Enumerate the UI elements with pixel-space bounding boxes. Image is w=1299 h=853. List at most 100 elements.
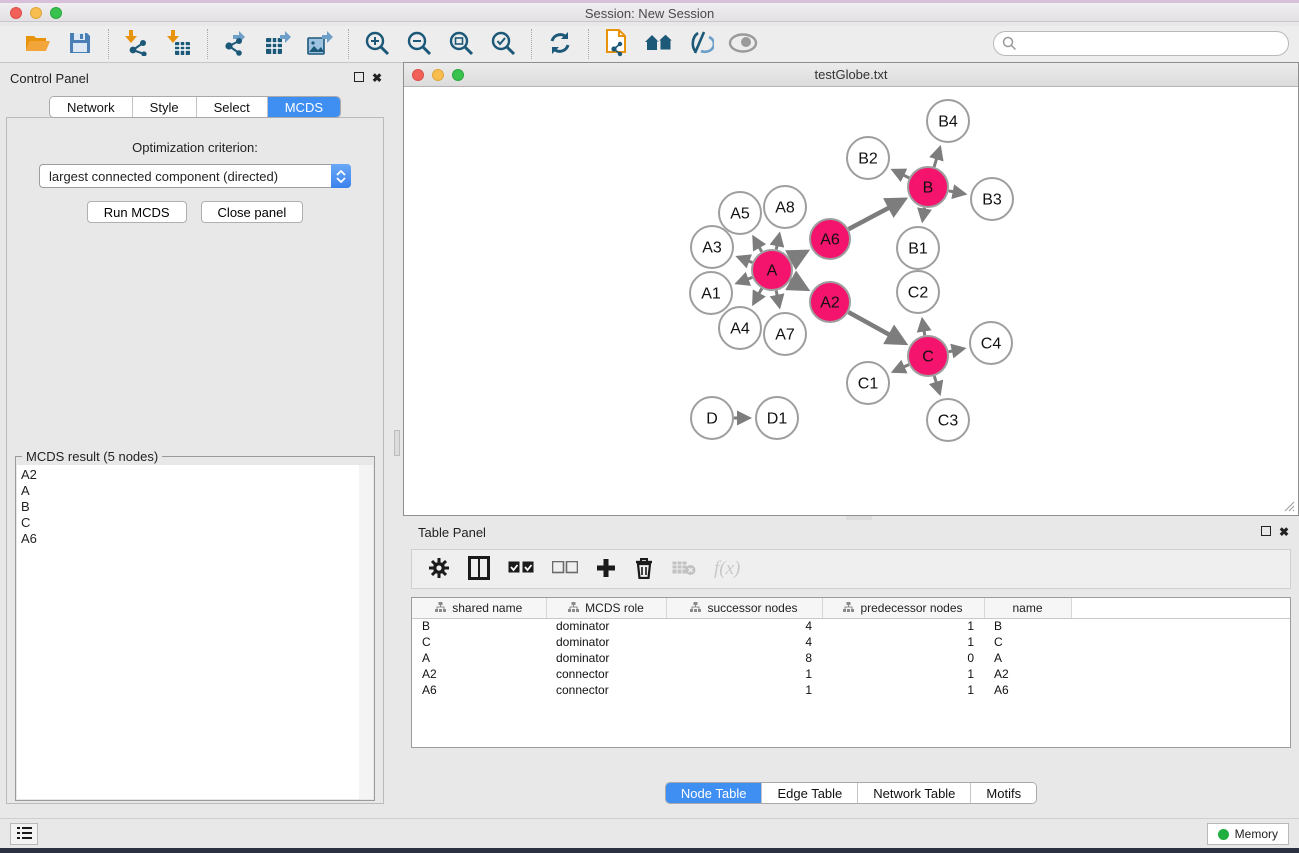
table-cell[interactable]: A xyxy=(412,650,546,666)
network-canvas[interactable]: B4B2BB3A5A8A6A3B1AC2A1A2A4A7C4CC1DD1C3 xyxy=(405,88,1297,514)
tab-node-table[interactable]: Node Table xyxy=(666,783,763,803)
mcds-result-item[interactable]: B xyxy=(21,499,359,515)
table-cell[interactable]: B xyxy=(984,618,1071,634)
table-cell[interactable]: 8 xyxy=(666,650,822,666)
table-settings-button[interactable] xyxy=(428,557,450,582)
table-cell[interactable]: A6 xyxy=(984,682,1071,698)
import-network-button[interactable] xyxy=(123,30,151,58)
node-table[interactable]: shared nameMCDS rolesuccessor nodesprede… xyxy=(411,597,1291,748)
table-row[interactable]: Cdominator41C xyxy=(412,634,1290,650)
edge-A-A8[interactable] xyxy=(776,234,779,249)
edge-B-B2[interactable] xyxy=(893,170,909,178)
edge-C-C1[interactable] xyxy=(894,365,909,372)
zoom-fit-button[interactable] xyxy=(447,30,475,58)
table-cell[interactable]: 1 xyxy=(666,682,822,698)
delete-column-button[interactable] xyxy=(634,557,654,582)
table-cell[interactable]: dominator xyxy=(546,634,666,650)
resize-grip-icon[interactable] xyxy=(1283,500,1295,512)
network-window-titlebar[interactable]: testGlobe.txt xyxy=(404,63,1298,87)
table-cell[interactable]: 1 xyxy=(822,666,984,682)
edge-C-C4[interactable] xyxy=(949,349,964,352)
table-row[interactable]: Bdominator41B xyxy=(412,618,1290,634)
function-builder-button[interactable]: f(x) xyxy=(714,558,740,580)
open-recent-session-button[interactable] xyxy=(603,30,631,58)
edge-B-B4[interactable] xyxy=(934,148,940,167)
float-table-panel-icon[interactable] xyxy=(1261,526,1271,536)
save-session-button[interactable] xyxy=(66,30,94,58)
edge-A-A7[interactable] xyxy=(776,291,779,307)
column-header-name[interactable]: name xyxy=(984,598,1071,618)
refresh-button[interactable] xyxy=(546,30,574,58)
edge-A-A6[interactable] xyxy=(791,252,807,260)
edge-A-A2[interactable] xyxy=(790,280,806,289)
table-cell[interactable]: 1 xyxy=(822,634,984,650)
close-table-panel-icon[interactable]: ✖ xyxy=(1279,526,1289,538)
delete-table-button[interactable] xyxy=(672,560,696,579)
zoom-out-button[interactable] xyxy=(405,30,433,58)
edge-A6-B[interactable] xyxy=(849,200,905,230)
table-cell[interactable]: 1 xyxy=(666,666,822,682)
tab-network-table[interactable]: Network Table xyxy=(858,783,971,803)
mcds-result-item[interactable]: A2 xyxy=(21,467,359,483)
mcds-result-item[interactable]: A xyxy=(21,483,359,499)
column-header-shared-name[interactable]: shared name xyxy=(412,598,546,618)
table-cell[interactable]: C xyxy=(412,634,546,650)
show-column-button[interactable] xyxy=(468,556,490,583)
hide-annotations-button[interactable] xyxy=(687,30,715,58)
network-overview-button[interactable] xyxy=(645,30,673,58)
table-cell[interactable]: A2 xyxy=(412,666,546,682)
edge-B-B3[interactable] xyxy=(949,191,965,194)
deselect-all-button[interactable] xyxy=(552,561,578,578)
edge-A-A3[interactable] xyxy=(738,257,752,262)
table-cell[interactable]: dominator xyxy=(546,650,666,666)
table-cell[interactable]: connector xyxy=(546,666,666,682)
edge-C-C3[interactable] xyxy=(934,376,939,393)
table-cell[interactable]: B xyxy=(412,618,546,634)
mcds-result-list[interactable]: A2ABCA6 xyxy=(17,465,373,799)
tab-edge-table[interactable]: Edge Table xyxy=(762,783,858,803)
column-header-predecessor-nodes[interactable]: predecessor nodes xyxy=(822,598,984,618)
edge-A2-C[interactable] xyxy=(848,312,904,343)
criterion-select[interactable]: largest connected component (directed) xyxy=(39,164,351,188)
export-network-button[interactable] xyxy=(222,30,250,58)
edge-A-A5[interactable] xyxy=(754,237,762,251)
memory-button[interactable]: Memory xyxy=(1207,823,1289,845)
table-cell[interactable]: 0 xyxy=(822,650,984,666)
table-cell[interactable]: 4 xyxy=(666,634,822,650)
run-mcds-button[interactable]: Run MCDS xyxy=(87,201,187,223)
table-cell[interactable]: connector xyxy=(546,682,666,698)
table-cell[interactable]: 1 xyxy=(822,682,984,698)
close-panel-icon[interactable]: ✖ xyxy=(372,72,382,84)
tab-style[interactable]: Style xyxy=(133,97,197,117)
tab-motifs[interactable]: Motifs xyxy=(971,783,1036,803)
show-task-history-button[interactable] xyxy=(10,823,38,845)
tab-mcds[interactable]: MCDS xyxy=(268,97,340,117)
import-table-button[interactable] xyxy=(165,30,193,58)
network-graph[interactable]: B4B2BB3A5A8A6A3B1AC2A1A2A4A7C4CC1DD1C3 xyxy=(405,88,1299,516)
close-panel-button[interactable]: Close panel xyxy=(201,201,304,223)
export-image-button[interactable] xyxy=(306,30,334,58)
column-header-MCDS-role[interactable]: MCDS role xyxy=(546,598,666,618)
table-cell[interactable]: A6 xyxy=(412,682,546,698)
export-table-button[interactable] xyxy=(264,30,292,58)
table-row[interactable]: A6connector11A6 xyxy=(412,682,1290,698)
open-session-button[interactable] xyxy=(24,30,52,58)
table-cell[interactable]: A xyxy=(984,650,1071,666)
mcds-result-item[interactable]: C xyxy=(21,515,359,531)
zoom-in-button[interactable] xyxy=(363,30,391,58)
table-cell[interactable]: dominator xyxy=(546,618,666,634)
zoom-selected-button[interactable] xyxy=(489,30,517,58)
vertical-splitter-handle[interactable] xyxy=(394,430,400,456)
edge-A-A4[interactable] xyxy=(754,288,762,303)
edge-B-B1[interactable] xyxy=(923,208,925,221)
table-cell[interactable]: A2 xyxy=(984,666,1071,682)
edge-C-C2[interactable] xyxy=(922,320,924,336)
column-header-successor-nodes[interactable]: successor nodes xyxy=(666,598,822,618)
float-panel-icon[interactable] xyxy=(354,72,364,82)
show-graphics-details-button[interactable] xyxy=(729,30,757,58)
table-cell[interactable]: C xyxy=(984,634,1071,650)
select-all-button[interactable] xyxy=(508,561,534,578)
search-input[interactable] xyxy=(993,31,1289,56)
table-row[interactable]: A2connector11A2 xyxy=(412,666,1290,682)
table-cell[interactable]: 4 xyxy=(666,618,822,634)
